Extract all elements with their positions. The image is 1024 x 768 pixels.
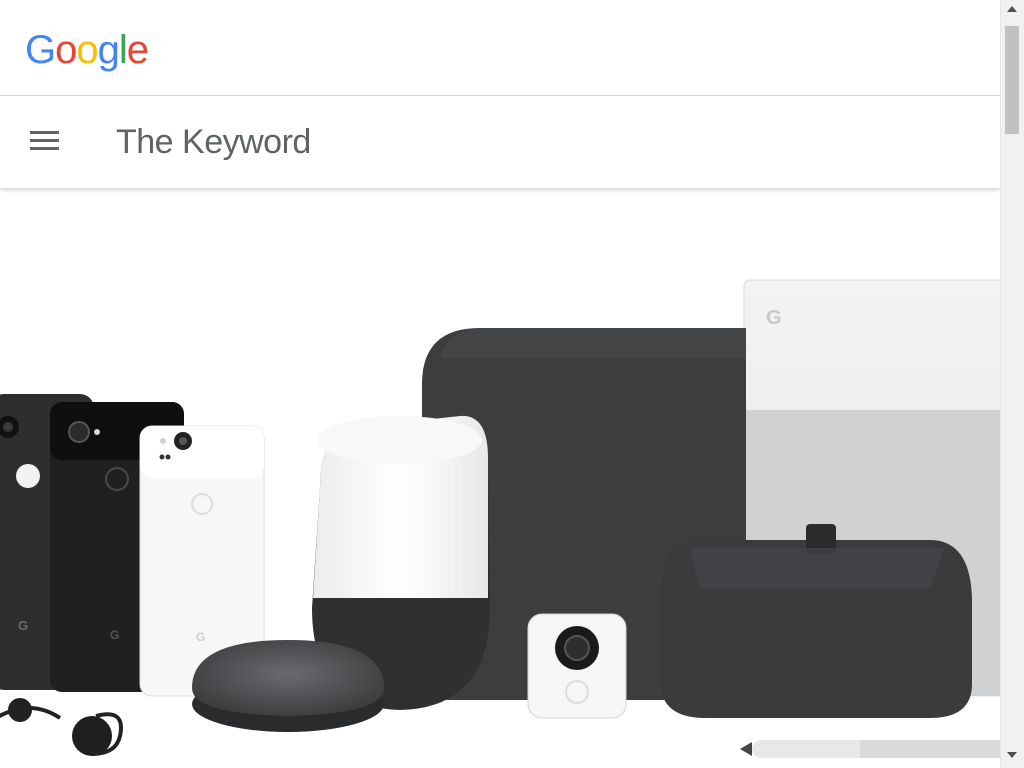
page-scrollbar[interactable] [1000, 0, 1024, 768]
google-header: Google [0, 0, 1000, 96]
logo-letter: o [55, 28, 77, 72]
logo-letter: G [25, 28, 56, 72]
scroll-up-arrow-icon[interactable] [1007, 6, 1017, 12]
logo-letter: o [76, 28, 98, 72]
google-home-mini [192, 640, 384, 732]
keyword-nav-bar: The Keyword [0, 96, 1000, 188]
hamburger-menu-icon[interactable] [28, 126, 62, 158]
pixel-buds-earbuds [0, 698, 123, 756]
product-lineup-illustration: G G G G [0, 279, 1000, 758]
svg-text:G: G [18, 618, 28, 633]
scroll-thumb[interactable] [1005, 26, 1019, 134]
daydream-view-headset [660, 524, 972, 718]
logo-letter: g [97, 28, 120, 72]
google-clips-camera [527, 613, 627, 719]
page-viewport: Google The Keyword G G G G [0, 0, 1000, 768]
site-title[interactable]: The Keyword [116, 122, 311, 162]
scroll-down-arrow-icon[interactable] [1007, 752, 1017, 758]
pixelbook-pen [740, 740, 1000, 758]
hero-image: G G G G [0, 188, 1000, 768]
google-g-logo: G [766, 307, 782, 329]
svg-text:G: G [110, 628, 119, 642]
svg-text:G: G [196, 630, 205, 644]
logo-letter: e [126, 28, 149, 72]
google-logo[interactable]: Google [25, 26, 149, 74]
logo-letter: l [118, 28, 128, 72]
